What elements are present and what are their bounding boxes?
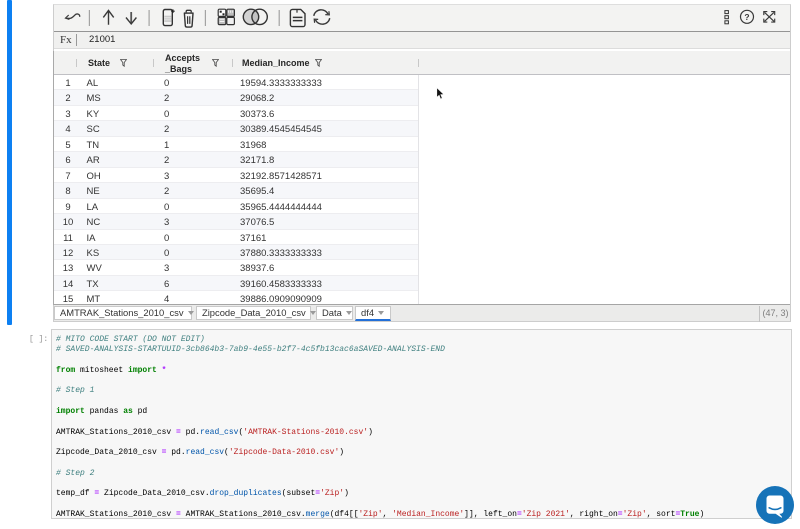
svg-text:?: ? bbox=[744, 12, 749, 22]
